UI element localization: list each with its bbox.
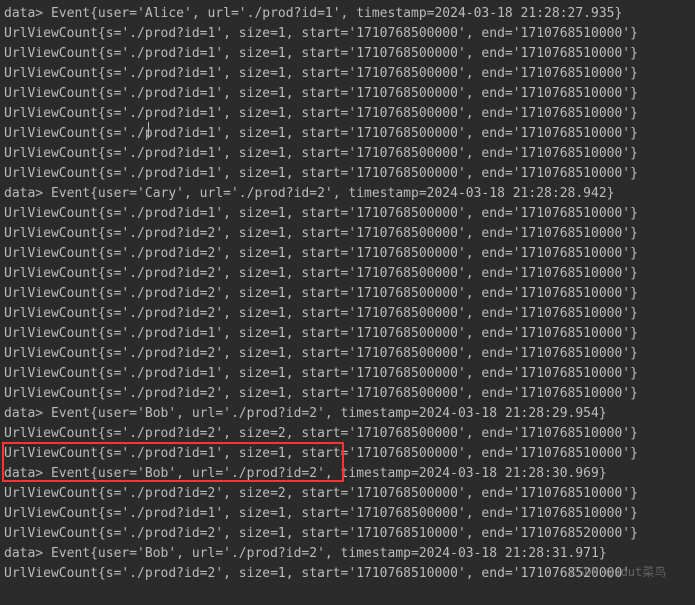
output-line: UrlViewCount{s='./prod?id=2', size=1, st… <box>4 264 691 284</box>
output-line: UrlViewCount{s='./prod?id=1', size=1, st… <box>4 84 691 104</box>
output-line: data> Event{user='Bob', url='./prod?id=2… <box>4 464 691 484</box>
output-line: UrlViewCount{s='./prod?id=2', size=1, st… <box>4 244 691 264</box>
output-line: data> Event{user='Alice', url='./prod?id… <box>4 4 691 24</box>
output-line: UrlViewCount{s='./prod?id=1', size=1, st… <box>4 144 691 164</box>
output-line: UrlViewCount{s='./prod?id=1', size=1, st… <box>4 324 691 344</box>
output-line: UrlViewCount{s='./prod?id=2', size=1, st… <box>4 304 691 324</box>
output-line: UrlViewCount{s='./prod?id=1', size=1, st… <box>4 44 691 64</box>
output-line: UrlViewCount{s='./prod?id=2', size=1, st… <box>4 284 691 304</box>
output-line: UrlViewCount{s='./prod?id=2', size=1, st… <box>4 224 691 244</box>
output-line: UrlViewCount{s='./prod?id=1', size=1, st… <box>4 124 691 144</box>
output-line: UrlViewCount{s='./prod?id=1', size=1, st… <box>4 64 691 84</box>
output-line: data> Event{user='Cary', url='./prod?id=… <box>4 184 691 204</box>
watermark-text: CSDN @sdut菜鸟 <box>570 562 666 582</box>
output-line: UrlViewCount{s='./prod?id=2', size=1, st… <box>4 344 691 364</box>
output-line: UrlViewCount{s='./prod?id=1', size=1, st… <box>4 204 691 224</box>
output-line: UrlViewCount{s='./prod?id=2', size=2, st… <box>4 424 691 444</box>
output-line: UrlViewCount{s='./prod?id=1', size=1, st… <box>4 24 691 44</box>
output-line: UrlViewCount{s='./prod?id=1', size=1, st… <box>4 444 691 464</box>
output-line: data> Event{user='Bob', url='./prod?id=2… <box>4 544 691 564</box>
output-line: UrlViewCount{s='./prod?id=1', size=1, st… <box>4 504 691 524</box>
output-line: data> Event{user='Bob', url='./prod?id=2… <box>4 404 691 424</box>
output-line: UrlViewCount{s='./prod?id=1', size=1, st… <box>4 164 691 184</box>
output-line: UrlViewCount{s='./prod?id=2', size=2, st… <box>4 484 691 504</box>
terminal-output[interactable]: data> Event{user='Alice', url='./prod?id… <box>4 4 691 584</box>
output-line: UrlViewCount{s='./prod?id=1', size=1, st… <box>4 104 691 124</box>
text-cursor <box>148 122 149 138</box>
output-line: UrlViewCount{s='./prod?id=2', size=1, st… <box>4 384 691 404</box>
output-line: UrlViewCount{s='./prod?id=2', size=1, st… <box>4 524 691 544</box>
output-line: UrlViewCount{s='./prod?id=1', size=1, st… <box>4 364 691 384</box>
